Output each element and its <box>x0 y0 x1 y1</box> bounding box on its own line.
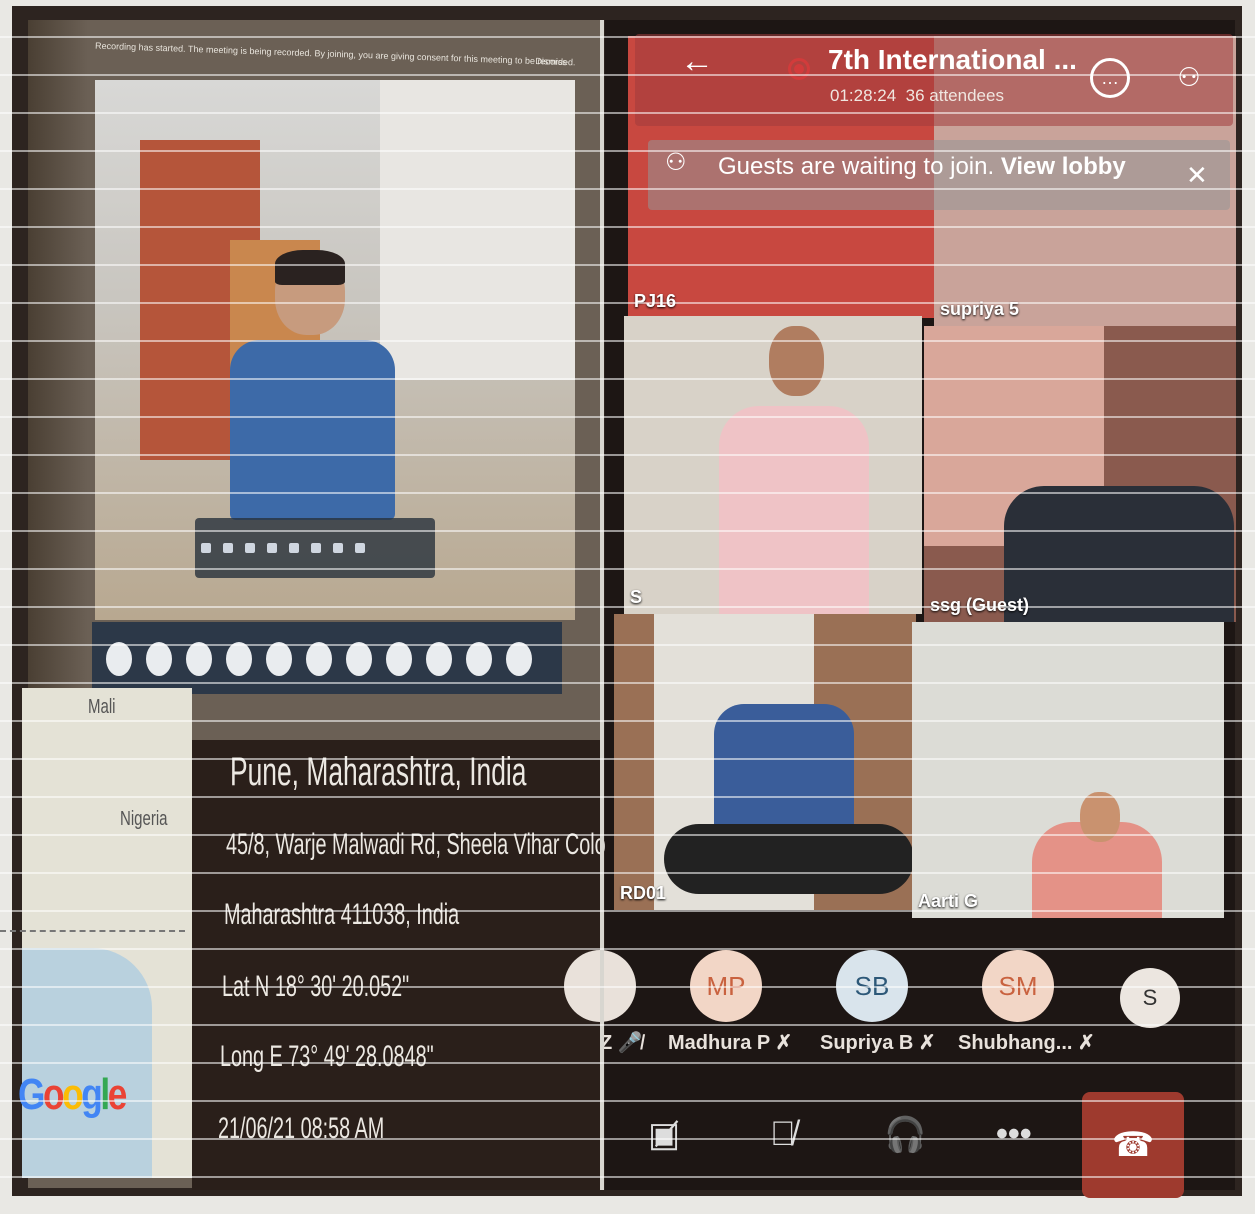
mic-off-icon: ✗ <box>1078 1032 1095 1054</box>
participant-name: Z 🎤̸ <box>600 1030 643 1055</box>
tile-name: supriya 5 <box>940 299 1020 319</box>
participant-legs <box>664 824 914 894</box>
thumbnail-dot[interactable] <box>146 642 172 676</box>
participant-avatar[interactable]: S <box>1120 968 1180 1028</box>
geotag-longitude: Long E 73° 49' 28.0848" <box>220 1040 434 1073</box>
thumbnail-dot[interactable] <box>506 642 532 676</box>
avatar-initials: SM <box>998 971 1038 1001</box>
guests-icon: ⚇ <box>665 149 687 176</box>
thumbnail-dot[interactable] <box>426 642 452 676</box>
thumbnail-dot[interactable] <box>106 642 132 676</box>
thumbnail-dot[interactable] <box>266 642 292 676</box>
geotag-panel: Pune, Maharashtra, India 45/8, Warje Mal… <box>192 740 688 1190</box>
participant-figure <box>719 406 869 614</box>
close-icon[interactable]: ✕ <box>1186 160 1208 191</box>
wall-background <box>380 80 575 380</box>
participant-name-text: Madhura P <box>668 1032 770 1054</box>
recording-icon <box>788 58 810 80</box>
map-boundary <box>0 930 185 932</box>
attendee-count: 36 attendees <box>905 86 1004 105</box>
thumbnail-dot[interactable] <box>226 642 252 676</box>
screen-edge <box>28 20 88 720</box>
lobby-text: Guests are waiting to join. <box>718 153 995 180</box>
more-options-button[interactable]: ••• <box>996 1115 1032 1154</box>
participant-thumbnail-strip <box>92 622 562 694</box>
geotag-datetime: 21/06/21 08:58 AM <box>218 1112 385 1145</box>
camera-off-icon[interactable]: ▣̸ <box>648 1115 680 1155</box>
lobby-message: Guests are waiting to join. View lobby <box>718 153 1126 181</box>
end-call-button[interactable]: ☎ <box>1082 1092 1184 1198</box>
participant-name-text: Shubhang... <box>958 1032 1073 1054</box>
thumbnail-dot[interactable] <box>306 642 332 676</box>
mic-off-icon: ✗ <box>775 1032 793 1054</box>
thumbnail-dot[interactable] <box>186 642 212 676</box>
tile-name: RD01 <box>620 883 667 903</box>
tile-name: S <box>630 587 643 607</box>
map-label-nigeria: Nigeria <box>120 808 168 830</box>
end-call-icon: ☎ <box>1111 1126 1155 1164</box>
mic-off-icon: 🎤̸ <box>617 1032 643 1054</box>
map-sea <box>22 948 152 1178</box>
thumbnail-dot[interactable] <box>386 642 412 676</box>
participant-name: Shubhang... ✗ <box>958 1030 1095 1055</box>
view-lobby-link[interactable]: View lobby <box>1001 153 1126 180</box>
participant-name-text: Supriya B <box>820 1032 914 1054</box>
presenter-body <box>230 340 395 520</box>
participant-name: Supriya B ✗ <box>820 1030 936 1055</box>
participant-avatar[interactable]: SB <box>836 950 908 1022</box>
video-tile[interactable]: S <box>624 316 922 614</box>
participants-icon[interactable]: ⚇ <box>1170 58 1208 96</box>
participant-avatar[interactable]: MP <box>690 950 762 1022</box>
participant-figure <box>1004 486 1234 622</box>
meeting-title: 7th International ... <box>828 44 1077 75</box>
tile-name: PJ16 <box>634 291 677 311</box>
tile-name: Aarti G <box>918 891 979 911</box>
participant-head <box>1080 792 1120 842</box>
laptop-call-controls[interactable] <box>195 518 435 578</box>
video-tile[interactable]: Aarti G <box>912 622 1224 918</box>
meeting-duration: 01:28:24 <box>830 86 897 105</box>
map-label-mali: Mali <box>88 696 116 718</box>
avatar-initials: S <box>1142 985 1158 1010</box>
thumbnail-dot[interactable] <box>346 642 372 676</box>
geotag-latitude: Lat N 18° 30' 20.052" <box>222 970 410 1003</box>
participant-avatar[interactable]: SM <box>982 950 1054 1022</box>
thumbnail-dot[interactable] <box>466 642 492 676</box>
participant-figure <box>714 704 854 834</box>
avatar-initials: MP <box>706 971 746 1001</box>
google-logo: Google <box>18 1070 127 1119</box>
tile-name: ssg (Guest) <box>930 595 1030 615</box>
mic-off-icon[interactable]: 🎙̸ <box>770 1115 796 1154</box>
mic-off-icon: ✗ <box>918 1032 936 1054</box>
collage-divider <box>600 20 604 1190</box>
presenter-hair <box>275 250 345 285</box>
geotag-location: Pune, Maharashtra, India <box>230 750 527 794</box>
chat-icon[interactable]: … <box>1090 58 1130 98</box>
headset-icon[interactable]: 🎧 <box>884 1115 926 1155</box>
avatar-initials: SB <box>854 971 890 1001</box>
meeting-meta: 01:28:24 36 attendees <box>830 86 1004 106</box>
back-arrow-icon[interactable]: ← <box>680 42 714 81</box>
video-tile[interactable]: ssg (Guest) <box>924 326 1236 622</box>
participant-row: Z 🎤̸ MP Madhura P ✗ SB Supriya B ✗ SM Sh… <box>564 940 1220 1080</box>
participant-name: Madhura P ✗ <box>668 1030 792 1055</box>
video-tile[interactable]: RD01 <box>614 614 916 910</box>
participant-head <box>769 326 824 396</box>
dismiss-button[interactable]: Dismiss <box>535 47 567 76</box>
geotag-address-line-2: Maharashtra 411038, India <box>224 898 460 931</box>
